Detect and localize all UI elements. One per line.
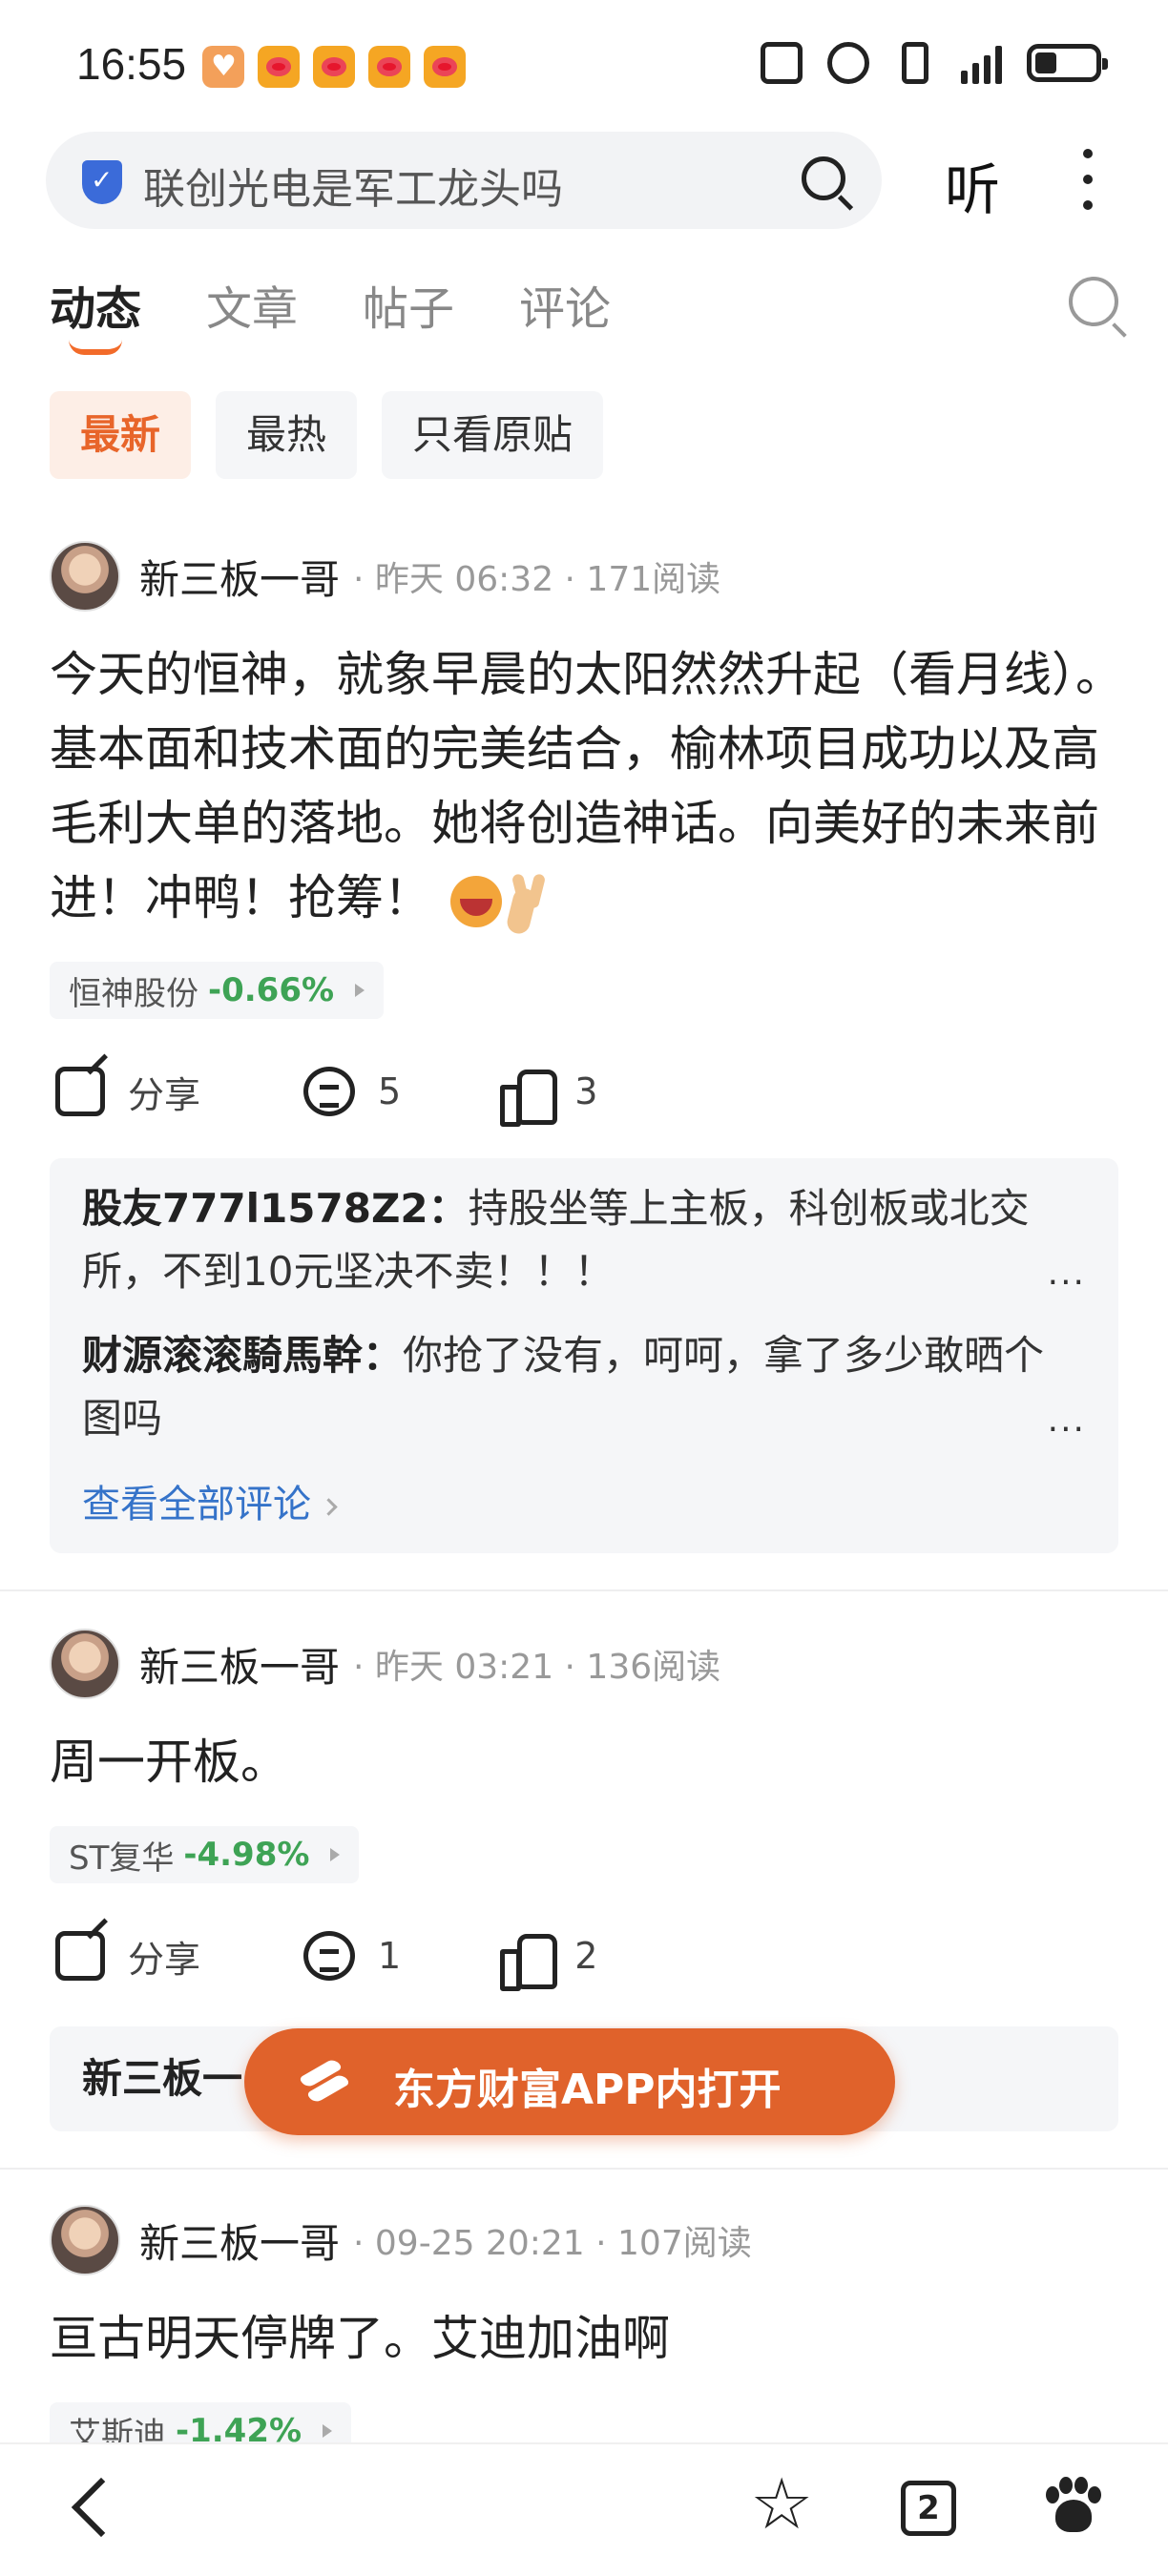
comment-item[interactable]: 股友777l1578Z2：持股坐等上主板，科创板或北交所，不到10元坚决不卖！！…: [82, 1177, 1046, 1303]
back-icon[interactable]: [71, 2477, 132, 2538]
stock-change: -4.98%: [183, 1836, 310, 1874]
like-button[interactable]: 3: [500, 1066, 598, 1127]
tab-comments[interactable]: 评论: [519, 271, 611, 338]
notification-icons: [202, 46, 466, 88]
comment-more-button[interactable]: ...: [1048, 1254, 1086, 1293]
filter-chips: 最新 最热 只看原贴: [50, 391, 604, 479]
tab-posts[interactable]: 帖子: [363, 271, 454, 338]
stock-tag[interactable]: ST复华 -4.98%: [50, 1826, 360, 1883]
status-bar: 16:55: [0, 0, 1168, 134]
comment-more-button[interactable]: ...: [1048, 1401, 1086, 1440]
post-actions: 分享 5 3: [55, 1061, 598, 1127]
comment-count: 1: [378, 1935, 402, 1977]
post-content[interactable]: 亘古明天停牌了。艾迪加油啊: [50, 2301, 1128, 2376]
eastmoney-logo-icon: [298, 2056, 350, 2106]
weibo-icon: [313, 46, 355, 88]
system-indicators: [761, 42, 1108, 84]
comment-item[interactable]: 财源滚滚騎馬幹：你抢了没有，呵呵，拿了多少敢晒个图吗: [82, 1324, 1046, 1450]
stock-tag[interactable]: 恒神股份 -0.66%: [50, 962, 385, 1019]
stock-change: -0.66%: [208, 971, 335, 1009]
tabs-count-button[interactable]: 2: [901, 2481, 956, 2536]
avatar[interactable]: [50, 541, 120, 612]
status-time: 16:55: [76, 39, 187, 89]
stock-name: ST复华: [69, 1839, 175, 1878]
comment-button[interactable]: 5: [303, 1067, 401, 1116]
comment-icon: [303, 1067, 356, 1116]
star-icon[interactable]: ☆: [750, 2469, 813, 2540]
post-content[interactable]: 周一开板。: [50, 1725, 1128, 1799]
thumbs-up-icon: [500, 1066, 558, 1127]
view-all-comments-link[interactable]: 查看全部评论: [82, 1473, 335, 1528]
comment-icon: [303, 1931, 356, 1981]
avatar[interactable]: [50, 2205, 120, 2275]
post-actions: 分享 1 2: [55, 1925, 598, 1991]
vibrate-icon: [902, 42, 928, 84]
like-count: 3: [574, 1070, 598, 1112]
filter-latest[interactable]: 最新: [50, 391, 192, 479]
search-query[interactable]: 联创光电是军工龙头吗: [143, 155, 563, 216]
like-count: 2: [574, 1935, 598, 1977]
comment-user[interactable]: 新三板一: [82, 2055, 242, 2102]
comment-user[interactable]: 财源滚滚騎馬幹：: [82, 1332, 403, 1379]
chevron-right-icon: [323, 2424, 333, 2438]
post-divider: [0, 2168, 1168, 2170]
post-meta: · 昨天 03:21 · 136阅读: [353, 1648, 721, 1687]
weibo-icon: [258, 46, 300, 88]
search-icon[interactable]: [802, 156, 845, 200]
author-name[interactable]: 新三板一哥: [139, 548, 340, 606]
share-icon: [55, 1931, 105, 1981]
open-in-app-button[interactable]: 东方财富APP内打开: [244, 2028, 895, 2135]
post-header[interactable]: 新三板一哥 · 昨天 03:21 · 136阅读: [50, 1628, 720, 1700]
share-button[interactable]: 分享: [55, 1930, 200, 1983]
bottom-nav: ☆ 2: [0, 2442, 1168, 2576]
search-icon[interactable]: [1069, 277, 1118, 326]
post-text: 亘古明天停牌了。艾迪加油啊: [50, 2311, 670, 2366]
post-text: 今天的恒神，就象早晨的太阳然然升起（看月线）。基本面和技术面的完美结合，榆林项目…: [50, 647, 1123, 925]
share-button[interactable]: 分享: [55, 1066, 200, 1118]
shield-icon: [82, 160, 122, 204]
battery-icon: [1027, 44, 1108, 82]
post-header[interactable]: 新三板一哥 · 09-25 20:21 · 107阅读: [50, 2204, 752, 2276]
like-button[interactable]: 2: [500, 1930, 598, 1991]
baidu-paw-icon[interactable]: [1044, 2477, 1101, 2534]
share-label: 分享: [128, 1073, 201, 1116]
author-name[interactable]: 新三板一哥: [139, 2212, 340, 2270]
laughing-emoji-icon: [450, 875, 502, 927]
post-meta: · 昨天 06:32 · 171阅读: [353, 560, 721, 599]
post-divider: [0, 1589, 1168, 1591]
thumbs-up-icon: [500, 1930, 558, 1991]
comment-button[interactable]: 1: [303, 1931, 401, 1981]
content-tabs: 动态 文章 帖子 评论: [50, 271, 611, 355]
weibo-icon: [368, 46, 410, 88]
listen-button[interactable]: 听: [945, 145, 1000, 225]
signal-icon: [961, 42, 1002, 84]
share-icon: [55, 1067, 105, 1116]
open-in-app-label: 东方财富APP内打开: [393, 2066, 782, 2114]
filter-hot[interactable]: 最热: [216, 391, 358, 479]
comments-preview: 股友777l1578Z2：持股坐等上主板，科创板或北交所，不到10元坚决不卖！！…: [50, 1158, 1118, 1553]
search-bar[interactable]: 联创光电是军工龙头吗: [46, 132, 882, 229]
comment-user[interactable]: 股友777l1578Z2：: [82, 1185, 469, 1232]
post-meta: · 09-25 20:21 · 107阅读: [353, 2224, 752, 2263]
stock-name: 恒神股份: [69, 974, 198, 1013]
share-label: 分享: [128, 1938, 201, 1981]
post-content[interactable]: 今天的恒神，就象早晨的太阳然然升起（看月线）。基本面和技术面的完美结合，榆林项目…: [50, 637, 1128, 935]
avatar[interactable]: [50, 1629, 120, 1699]
post-text: 周一开板。: [50, 1735, 288, 1790]
comment-count: 5: [378, 1070, 402, 1112]
nfc-icon: [761, 42, 803, 84]
author-name[interactable]: 新三板一哥: [139, 1635, 340, 1693]
tab-articles[interactable]: 文章: [206, 271, 298, 338]
filter-original-only[interactable]: 只看原贴: [382, 391, 604, 479]
chevron-right-icon: [355, 984, 365, 997]
chevron-right-icon: [330, 1848, 341, 1861]
victory-hand-icon: [508, 874, 555, 929]
more-icon[interactable]: [1078, 149, 1097, 210]
tab-dynamics[interactable]: 动态: [50, 271, 141, 355]
heart-app-icon: [202, 46, 244, 88]
post-header[interactable]: 新三板一哥 · 昨天 06:32 · 171阅读: [50, 540, 720, 613]
alarm-icon: [827, 42, 869, 84]
weibo-icon: [424, 46, 466, 88]
